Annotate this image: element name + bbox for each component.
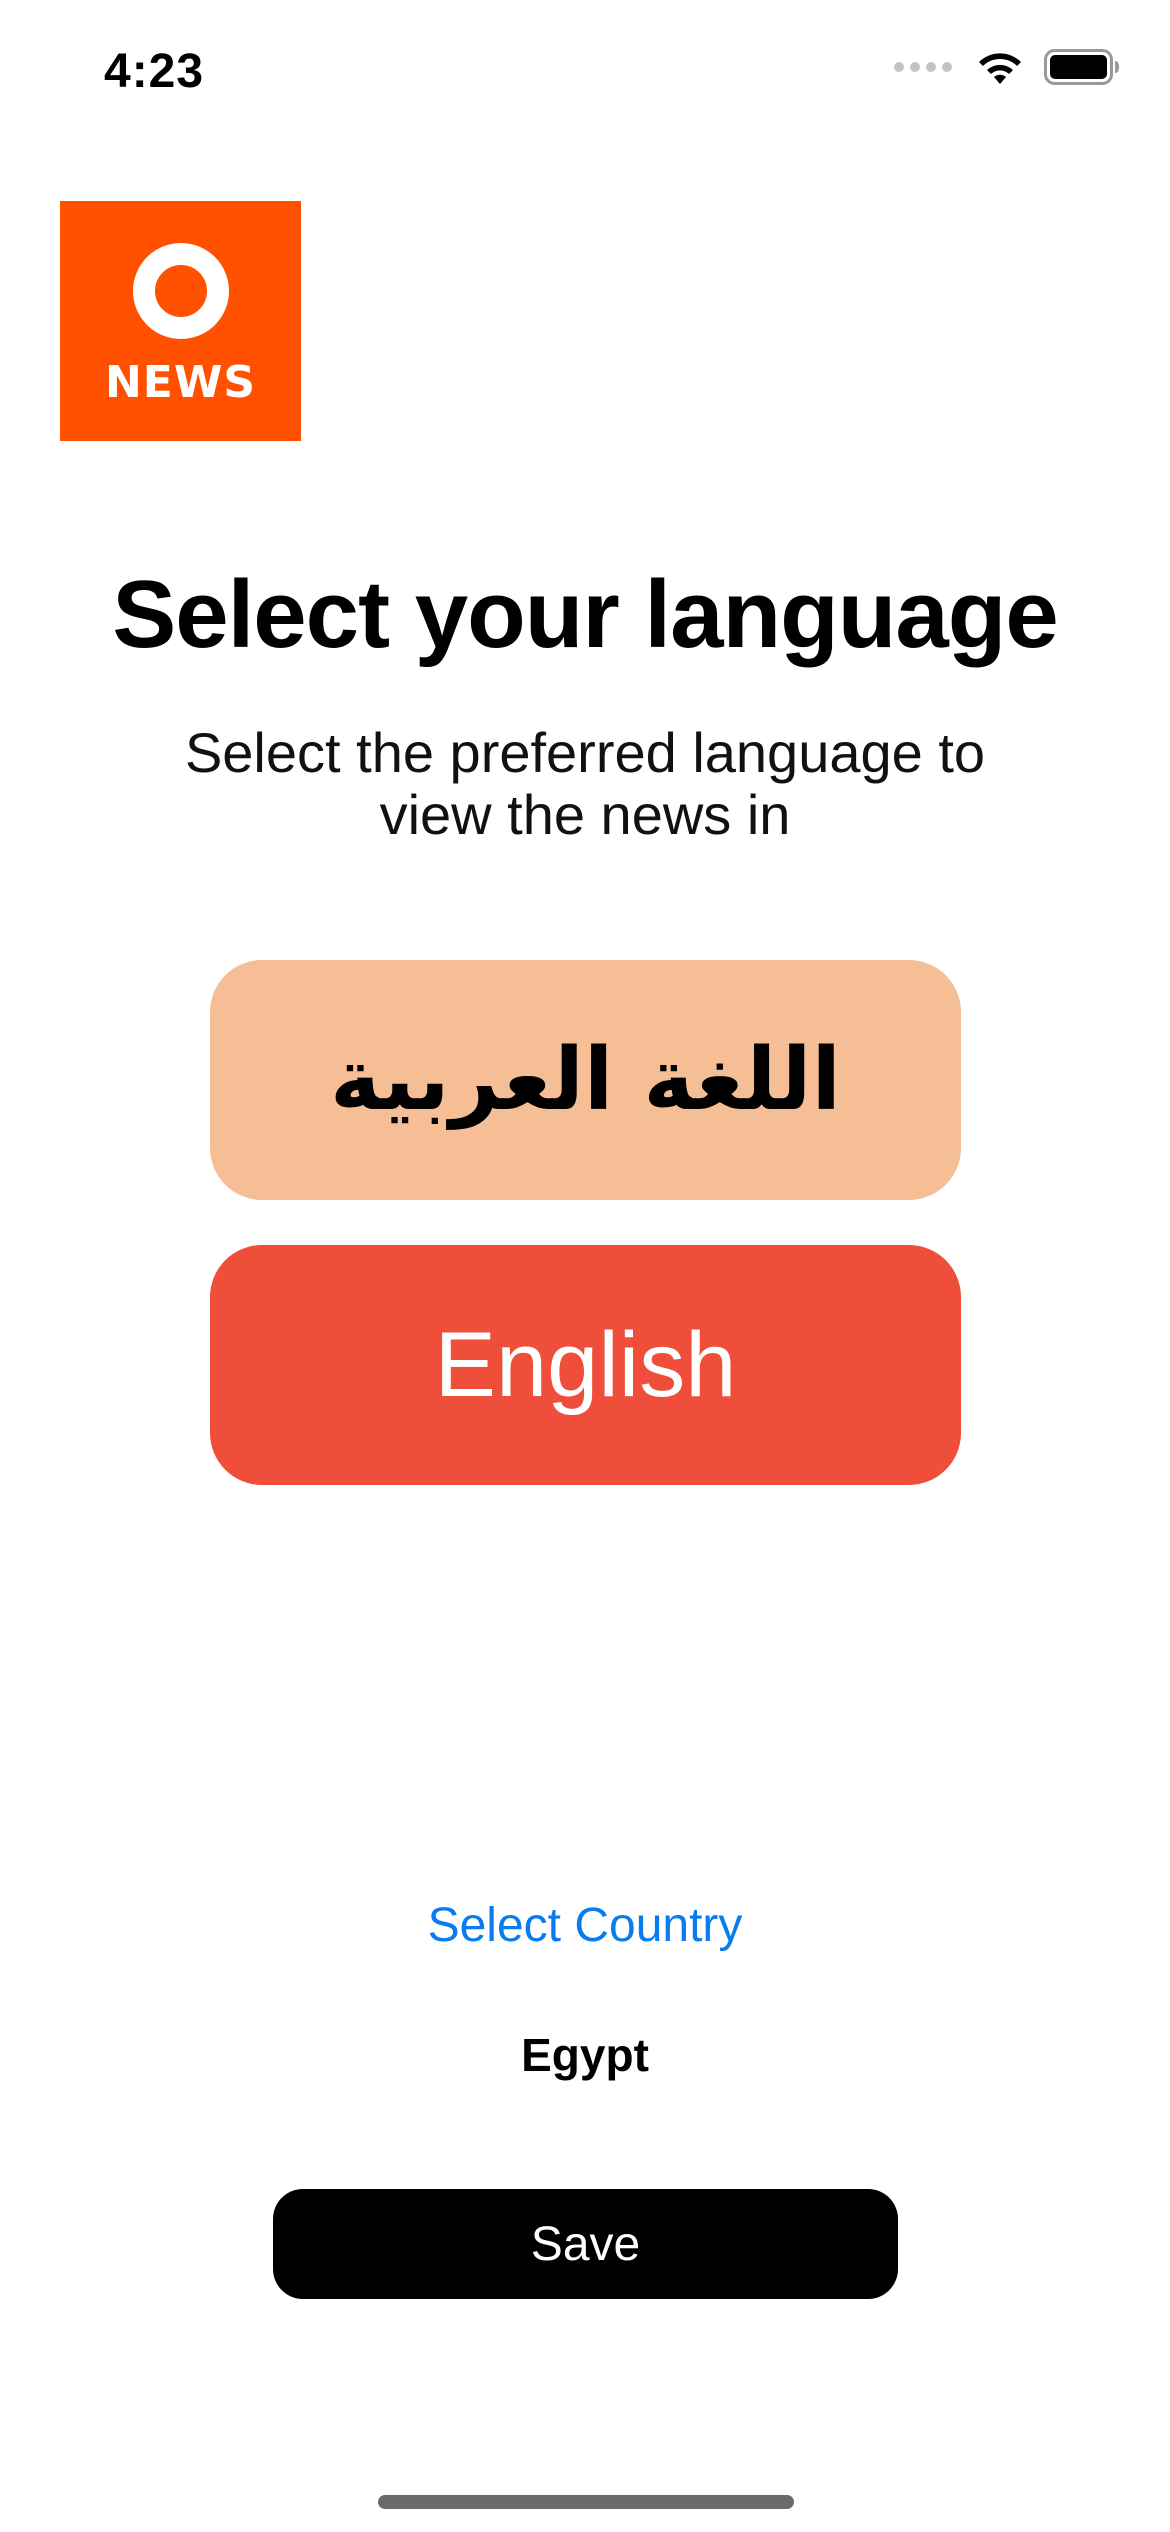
- save-button-label: Save: [530, 2217, 641, 2271]
- save-button[interactable]: Save: [273, 2189, 898, 2299]
- subtitle-line-1: Select the preferred language to: [184, 721, 986, 784]
- status-icons: [894, 48, 1120, 86]
- logo-text: NEWS: [104, 356, 257, 408]
- arabic-language-button[interactable]: اللغة العربية: [210, 960, 961, 1200]
- subtitle-line-2: view the news in: [379, 783, 791, 846]
- page-title: Select your language: [112, 561, 1059, 668]
- english-language-label: English: [434, 1313, 737, 1416]
- home-indicator[interactable]: [378, 2495, 794, 2509]
- selected-country: Egypt: [521, 2029, 649, 2081]
- select-country-link[interactable]: Select Country: [0, 1898, 1170, 1953]
- arabic-language-label: اللغة العربية: [330, 1030, 841, 1130]
- wifi-icon: [974, 48, 1026, 86]
- logo-o-mark: [132, 242, 229, 339]
- app-logo: NEWS: [60, 201, 301, 441]
- language-selection-screen: 4:23 NEWS Select your language Select th…: [0, 0, 1170, 2532]
- battery-icon: [1044, 49, 1120, 85]
- english-language-button[interactable]: English: [210, 1245, 961, 1485]
- page-subtitle: Select the preferred language to view th…: [150, 722, 1020, 846]
- cellular-signal-icon: [894, 62, 952, 72]
- status-time: 4:23: [104, 45, 205, 98]
